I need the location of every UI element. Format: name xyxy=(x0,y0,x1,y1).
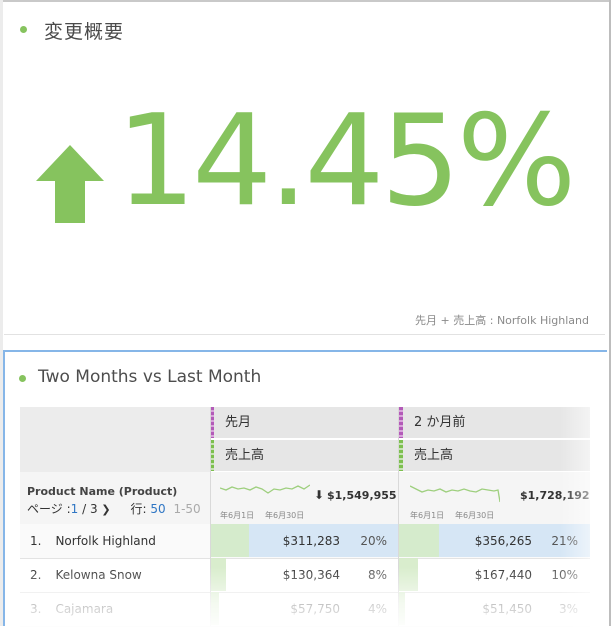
table-panel-title: Two Months vs Last Month xyxy=(38,367,262,387)
row-range: 1-50 xyxy=(173,502,201,516)
sparkline-start-date: 年6月1日 xyxy=(410,511,445,520)
arrow-up-icon xyxy=(36,145,104,223)
freeform-table: 先月 売上高 2 か月前 売上高 Product Name (Product) … xyxy=(20,407,590,627)
row-product-name: Norfolk Highland xyxy=(55,534,156,548)
table-summary-row: Product Name (Product) ページ :1 / 3 ❯ 行: 5… xyxy=(20,472,590,525)
summary-caption: 先月 + 売上高 : Norfolk Highland xyxy=(415,314,589,327)
next-page-chevron-icon[interactable]: ❯ xyxy=(101,503,110,516)
column-header-last-month[interactable]: 先月 xyxy=(210,407,398,438)
dimension-name: Product Name (Product) xyxy=(27,485,178,498)
column-period-label: 先月 xyxy=(225,415,252,430)
summary-change-panel: 変更概要 14.45% 先月 + 売上高 : Norfolk Highland xyxy=(4,2,605,335)
arrow-down-icon: ⬇ xyxy=(314,488,325,502)
rows-per-page-select[interactable]: 50 xyxy=(150,502,165,516)
segment-color-bar xyxy=(399,407,403,438)
table-corner-header xyxy=(20,407,210,473)
page-label: ページ : xyxy=(27,502,71,516)
sparkline-start-date: 年6月1日 xyxy=(220,511,255,520)
page-current-link[interactable]: 1 xyxy=(71,502,79,516)
page-total: 3 xyxy=(89,502,98,516)
metric-color-bar xyxy=(399,440,403,471)
row-label[interactable]: 1. Norfolk Highland xyxy=(30,534,156,548)
column-total: $1,549,955 xyxy=(327,489,397,502)
sparkline-two-months-ago xyxy=(410,485,500,503)
sparkline-last-month xyxy=(220,484,310,494)
cell-percent: 20% xyxy=(360,534,387,548)
two-months-table-panel: Two Months vs Last Month 先月 売上高 2 か月前 売上… xyxy=(3,350,607,627)
scroll-fade-right xyxy=(560,407,590,627)
panel-status-dot xyxy=(19,375,26,382)
table-pager: ページ :1 / 3 ❯ 行: 50 1-50 xyxy=(27,502,201,516)
sparkline-end-date: 年6月30日 xyxy=(265,511,305,520)
summary-title: 変更概要 xyxy=(44,21,125,43)
percent-bar xyxy=(399,524,439,557)
panel-status-dot xyxy=(20,26,27,33)
column-metric-header[interactable]: 売上高 xyxy=(210,440,398,471)
percent-bar xyxy=(211,524,249,557)
summary-change-value: 14.45% xyxy=(116,87,576,234)
table-row[interactable]: 1.Norfolk Highland$311,28320%$356,26521% xyxy=(20,524,590,559)
column-period-label: 2 か月前 xyxy=(414,415,466,430)
scroll-fade-bottom xyxy=(20,567,590,627)
rows-label: 行: xyxy=(130,502,147,516)
sparkline-end-date: 年6月30日 xyxy=(455,511,495,520)
column-metric-label: 売上高 xyxy=(225,448,265,463)
column-metric-label: 売上高 xyxy=(414,448,454,463)
row-number: 1. xyxy=(30,534,42,548)
cell-value: $356,265 xyxy=(474,534,532,548)
cell-value: $311,283 xyxy=(282,534,340,548)
